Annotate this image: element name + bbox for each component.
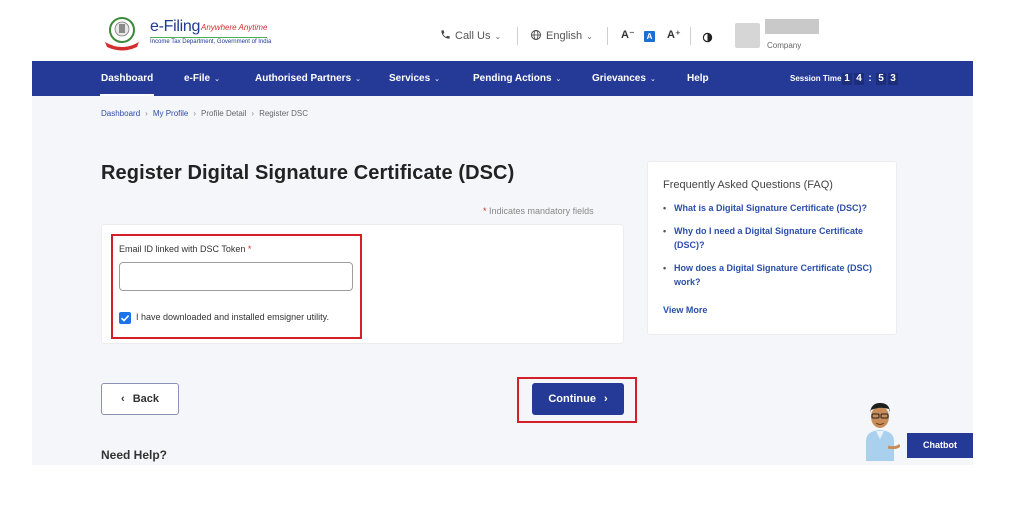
- nav-item-pending-actions[interactable]: Pending Actions ⌄: [473, 61, 561, 96]
- chevron-down-icon: ⌄: [355, 76, 362, 83]
- breadcrumb: Dashboard › My Profile › Profile Detail …: [101, 109, 308, 118]
- nav-item-help[interactable]: Help: [687, 61, 709, 96]
- logo-divider: [150, 37, 267, 38]
- nav-label: Grievances: [592, 73, 646, 84]
- timer-separator: :: [868, 73, 872, 84]
- chevron-down-icon: ⌄: [555, 76, 562, 83]
- emblem-icon: [105, 17, 139, 51]
- nav-item-grievances[interactable]: Grievances ⌄: [592, 61, 656, 96]
- timer-digit: 5: [876, 73, 886, 85]
- phone-icon: [440, 29, 451, 43]
- faq-list: What is a Digital Signature Certificate …: [663, 201, 888, 298]
- chatbot-avatar-icon[interactable]: [860, 397, 900, 461]
- emsigner-checkbox-label[interactable]: I have downloaded and installed emsigner…: [136, 312, 329, 322]
- chevron-down-icon: ⌄: [494, 31, 502, 41]
- logo-tagline: Anywhere Anytime: [201, 23, 268, 32]
- timer-digit: 3: [888, 73, 898, 85]
- font-decrease-button[interactable]: A⁻: [621, 28, 635, 41]
- session-time-label: Session Time: [790, 74, 842, 83]
- view-more-link[interactable]: View More: [663, 305, 707, 315]
- nav-label: Authorised Partners: [255, 73, 352, 84]
- breadcrumb-separator: ›: [251, 109, 255, 118]
- language-dropdown[interactable]: English ⌄: [530, 26, 593, 46]
- chevron-left-icon: ‹: [121, 393, 125, 405]
- back-button-label: Back: [132, 393, 159, 405]
- continue-button-label: Continue: [548, 393, 596, 405]
- faq-link[interactable]: How does a Digital Signature Certificate…: [663, 261, 888, 289]
- required-star: *: [483, 206, 487, 216]
- efiling-logo[interactable]: e-Filing Anywhere Anytime Income Tax Dep…: [102, 14, 272, 56]
- email-label: Email ID linked with DSC Token *: [119, 244, 251, 254]
- breadcrumb-my-profile[interactable]: My Profile: [153, 109, 189, 118]
- chevron-down-icon: ⌄: [214, 76, 220, 83]
- chevron-down-icon: ⌄: [649, 76, 656, 83]
- nav-item-services[interactable]: Services ⌄: [389, 61, 440, 96]
- breadcrumb-dashboard[interactable]: Dashboard: [101, 109, 140, 118]
- nav-label: Pending Actions: [473, 73, 552, 84]
- breadcrumb-separator: ›: [193, 109, 197, 118]
- required-star: *: [247, 244, 252, 254]
- emsigner-checkbox[interactable]: [119, 312, 131, 324]
- logo-subtitle: Income Tax Department, Government of Ind…: [150, 39, 272, 45]
- chevron-down-icon: ⌄: [586, 31, 593, 41]
- user-type: Company: [767, 41, 802, 50]
- top-header: e-Filing Anywhere Anytime Income Tax Dep…: [32, 10, 973, 61]
- nav-item-e-file[interactable]: e-File ⌄: [184, 61, 220, 96]
- globe-icon: [530, 29, 542, 44]
- header-divider: [607, 27, 608, 45]
- chatbot-label: Chatbot: [923, 440, 957, 450]
- nav-label: Services: [389, 73, 431, 84]
- nav-item-authorised-partners[interactable]: Authorised Partners ⌄: [255, 61, 361, 96]
- chevron-right-icon: ›: [604, 393, 608, 405]
- font-increase-button[interactable]: A⁺: [667, 28, 681, 41]
- email-input[interactable]: [119, 262, 353, 291]
- call-us-label: Call Us: [455, 30, 491, 42]
- breadcrumb-separator: ›: [145, 109, 148, 118]
- font-default-button[interactable]: A: [644, 31, 655, 42]
- header-divider: [517, 27, 518, 45]
- timer-digit: 4: [854, 73, 864, 85]
- call-us-dropdown[interactable]: Call Us ⌄: [440, 26, 501, 46]
- continue-button[interactable]: Continue ›: [532, 383, 624, 415]
- avatar[interactable]: [735, 23, 760, 48]
- timer-digit: 1: [842, 73, 852, 85]
- breadcrumb-register-dsc: Register DSC: [259, 109, 308, 118]
- email-label-text: Email ID linked with DSC Token: [119, 244, 246, 254]
- language-label: English: [546, 30, 583, 42]
- nav-label: Dashboard: [101, 73, 154, 84]
- chevron-down-icon: ⌄: [434, 76, 441, 83]
- header-divider: [690, 27, 691, 45]
- page-title: Register Digital Signature Certificate (…: [101, 162, 515, 184]
- breadcrumb-profile-detail: Profile Detail: [201, 109, 247, 118]
- page: e-Filing Anywhere Anytime Income Tax Dep…: [32, 10, 973, 465]
- session-timer: 1 4 : 5 3: [842, 73, 898, 85]
- nav-label: e-File: [184, 73, 211, 84]
- contrast-icon[interactable]: [702, 30, 713, 48]
- main-nav: Dashboard e-File ⌄ Authorised Partners ⌄ S…: [32, 61, 973, 96]
- faq-title: Frequently Asked Questions (FAQ): [663, 179, 833, 191]
- need-help-heading: Need Help?: [101, 448, 168, 462]
- username-redacted: [765, 19, 819, 34]
- nav-item-dashboard[interactable]: Dashboard: [99, 61, 155, 96]
- checkmark-icon: [120, 315, 130, 322]
- chatbot-button[interactable]: Chatbot: [907, 433, 973, 458]
- faq-link[interactable]: What is a Digital Signature Certificate …: [663, 201, 888, 215]
- nav-label: Help: [687, 73, 709, 84]
- logo-title: e-Filing: [150, 18, 201, 35]
- faq-link[interactable]: Why do I need a Digital Signature Certif…: [663, 224, 888, 252]
- mandatory-note: * Indicates mandatory fields: [483, 206, 594, 216]
- back-button[interactable]: ‹ Back: [101, 383, 179, 415]
- mandatory-note-text: Indicates mandatory fields: [489, 206, 594, 216]
